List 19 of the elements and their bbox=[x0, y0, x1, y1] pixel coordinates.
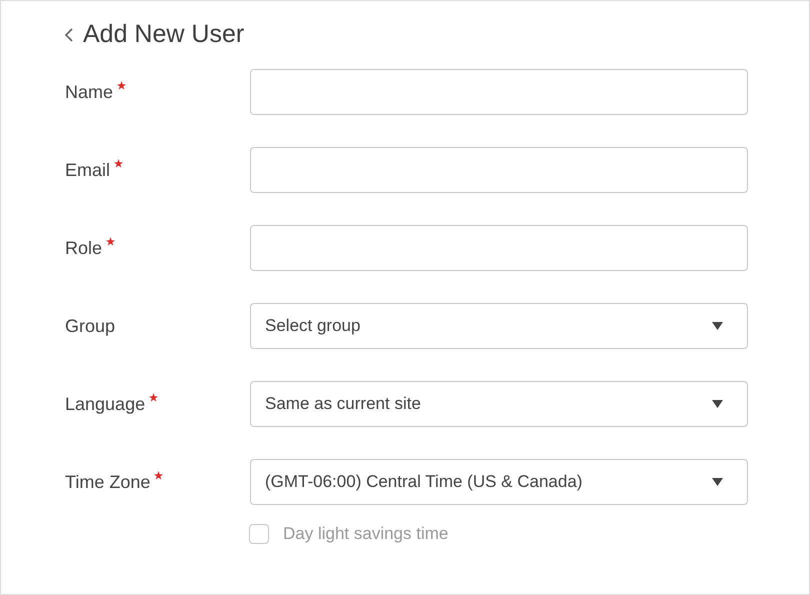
field-label: Time Zone bbox=[65, 470, 150, 494]
dropdown-caret-icon bbox=[712, 400, 723, 408]
dropdown-caret-icon bbox=[712, 322, 723, 330]
text-input-field[interactable] bbox=[250, 147, 748, 193]
field-label: Role bbox=[65, 236, 102, 260]
dropdown-field[interactable]: (GMT-06:00) Central Time (US & Canada) bbox=[250, 459, 748, 505]
checkbox[interactable] bbox=[249, 524, 269, 544]
field-label: Email bbox=[65, 158, 110, 182]
dropdown-field[interactable]: Same as current site bbox=[250, 381, 748, 427]
dropdown-caret-icon bbox=[712, 478, 723, 486]
page-title: Add New User bbox=[83, 19, 244, 50]
dropdown-field[interactable]: Select group bbox=[250, 303, 748, 349]
field-label: Name bbox=[65, 80, 114, 104]
checkbox-label: Day light savings time bbox=[283, 523, 448, 545]
text-input-field[interactable] bbox=[250, 69, 748, 115]
text-input-field[interactable] bbox=[250, 225, 748, 271]
field-label: Language bbox=[65, 392, 146, 416]
back-icon[interactable] bbox=[65, 28, 73, 42]
field-label: Group bbox=[65, 314, 116, 338]
